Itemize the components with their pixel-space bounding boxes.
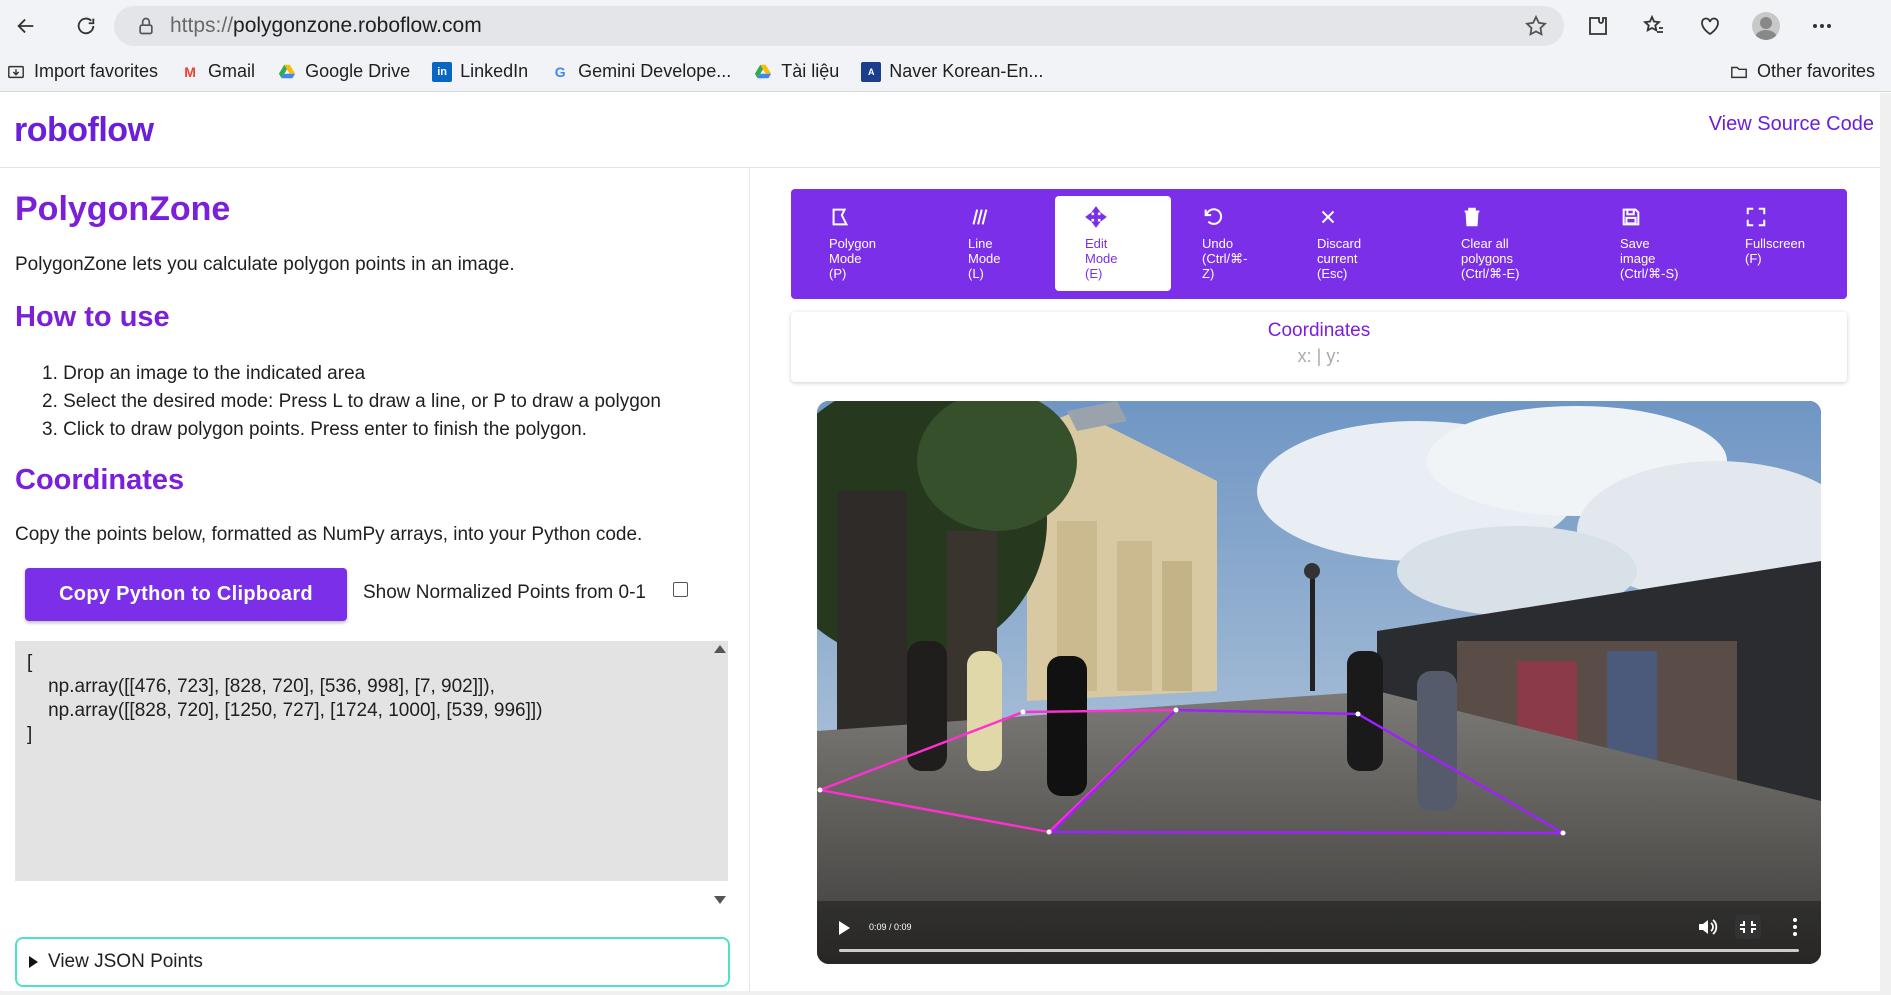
video-progress-bar[interactable] [839,949,1799,952]
line-icon [968,206,990,228]
avatar [1752,12,1780,40]
app-header: roboflow View Source Code [0,93,1880,168]
view-source-link[interactable]: View Source Code [1709,113,1874,136]
bookmarks-bar: Import favorites M Gmail Google Drive in… [0,52,1891,92]
bookmark-naver[interactable]: A Naver Korean-En... [861,61,1043,82]
undo-button[interactable]: Undo (Ctrl/⌘- Z) [1202,196,1282,291]
play-icon[interactable] [839,921,850,935]
naver-dictionary-icon: A [861,61,882,82]
url-text: https://polygonzone.roboflow.com [170,14,482,37]
google-icon: G [554,63,566,80]
disclosure-triangle-icon [29,956,38,968]
list-item: 2. Select the desired mode: Press L to d… [42,391,661,412]
lock-icon [139,17,153,35]
back-button[interactable] [6,6,46,46]
gmail-icon: M [184,63,196,80]
profile-button[interactable] [1748,8,1784,44]
list-item: 1. Drop an image to the indicated area [42,363,366,384]
more-horizontal-icon [1813,24,1831,28]
discard-current-button[interactable]: Discard current (Esc) [1317,196,1413,291]
view-json-points-toggle[interactable]: View JSON Points [15,937,730,987]
page-description: PolygonZone lets you calculate polygon p… [15,254,515,275]
google-drive-icon [277,62,297,82]
back-arrow-icon [17,18,34,34]
save-icon [1620,206,1642,228]
bookmark-gemini[interactable]: G Gemini Develope... [550,61,732,82]
normalized-points-checkbox[interactable] [673,582,688,597]
list-item: 3. Click to draw polygon points. Press e… [42,419,587,440]
bookmark-import-favorites[interactable]: Import favorites [6,61,158,82]
clear-all-button[interactable]: Clear all polygons (Ctrl/⌘-E) [1461,196,1571,291]
address-bar[interactable]: https://polygonzone.roboflow.com [114,6,1564,46]
scroll-down-arrow-icon[interactable] [714,896,726,904]
coordinates-value: x: | y: [1297,346,1341,366]
street-market-scene [817,401,1821,964]
bookmark-other-favorites[interactable]: Other favorites [1729,61,1875,82]
copy-description: Copy the points below, formatted as NumP… [15,524,643,545]
extensions-button[interactable] [1580,8,1616,44]
page-bottom-edge [0,991,1891,995]
page-title: PolygonZone [15,190,231,228]
favorites-icon [1642,14,1663,33]
google-drive-icon [753,62,773,82]
python-code-output[interactable]: [ np.array([[476, 723], [828, 720], [536… [15,641,728,881]
folder-icon [1729,62,1749,82]
fullscreen-button[interactable]: Fullscreen (F) [1745,196,1845,291]
settings-menu-button[interactable] [1804,8,1840,44]
close-icon [1317,206,1339,228]
how-to-use-heading: How to use [15,301,170,333]
bookmark-google-drive[interactable]: Google Drive [277,61,410,82]
drawing-toolbar: Polygon Mode (P) Line Mode (L) Edit Mode… [791,189,1847,299]
fullscreen-icon [1745,206,1767,228]
coordinates-heading: Coordinates [15,464,185,496]
linkedin-icon: in [432,61,453,82]
heart-pulse-icon [1701,17,1719,36]
exit-fullscreen-icon [1740,921,1756,933]
line-mode-button[interactable]: Line Mode (L) [968,196,1064,291]
roboflow-logo[interactable]: roboflow [14,111,154,150]
favorites-button[interactable] [1636,8,1672,44]
save-image-button[interactable]: Save image (Ctrl/⌘-S) [1620,196,1720,291]
browser-actions [1580,8,1840,44]
info-panel: PolygonZone PolygonZone lets you calcula… [0,168,750,995]
coordinates-display: Coordinates x: | y: [791,312,1847,382]
normalized-points-label: Show Normalized Points from 0-1 [363,582,646,603]
polygon-icon [829,206,851,228]
bookmark-linkedin[interactable]: in LinkedIn [432,61,528,82]
import-icon [6,62,26,82]
copy-python-button[interactable]: Copy Python to Clipboard [25,568,347,621]
favorite-star-icon[interactable] [1524,14,1548,38]
video-canvas[interactable]: 0:09 / 0:09 [817,401,1821,964]
browser-essentials-button[interactable] [1692,8,1728,44]
extensions-icon [1589,17,1607,35]
reload-button[interactable] [66,6,106,46]
more-vertical-icon[interactable] [1785,915,1805,939]
undo-icon [1202,206,1224,228]
trash-icon [1461,206,1483,228]
page-scrollbar[interactable] [1880,93,1891,995]
volume-icon[interactable] [1697,917,1719,937]
exit-fullscreen-button[interactable] [1735,915,1761,939]
reload-icon [77,17,95,35]
bookmark-gmail[interactable]: M Gmail [180,61,255,82]
scroll-up-arrow-icon[interactable] [714,645,726,653]
polygon-mode-button[interactable]: Polygon Mode (P) [829,196,925,291]
bookmark-tai-lieu[interactable]: Tài liệu [753,61,839,82]
move-icon [1085,206,1107,228]
video-time: 0:09 / 0:09 [869,922,912,932]
steps-list: 1. Drop an image to the indicated area 2… [42,360,661,444]
coordinates-title: Coordinates [1267,320,1371,341]
edit-mode-button[interactable]: Edit Mode (E) [1055,196,1171,291]
